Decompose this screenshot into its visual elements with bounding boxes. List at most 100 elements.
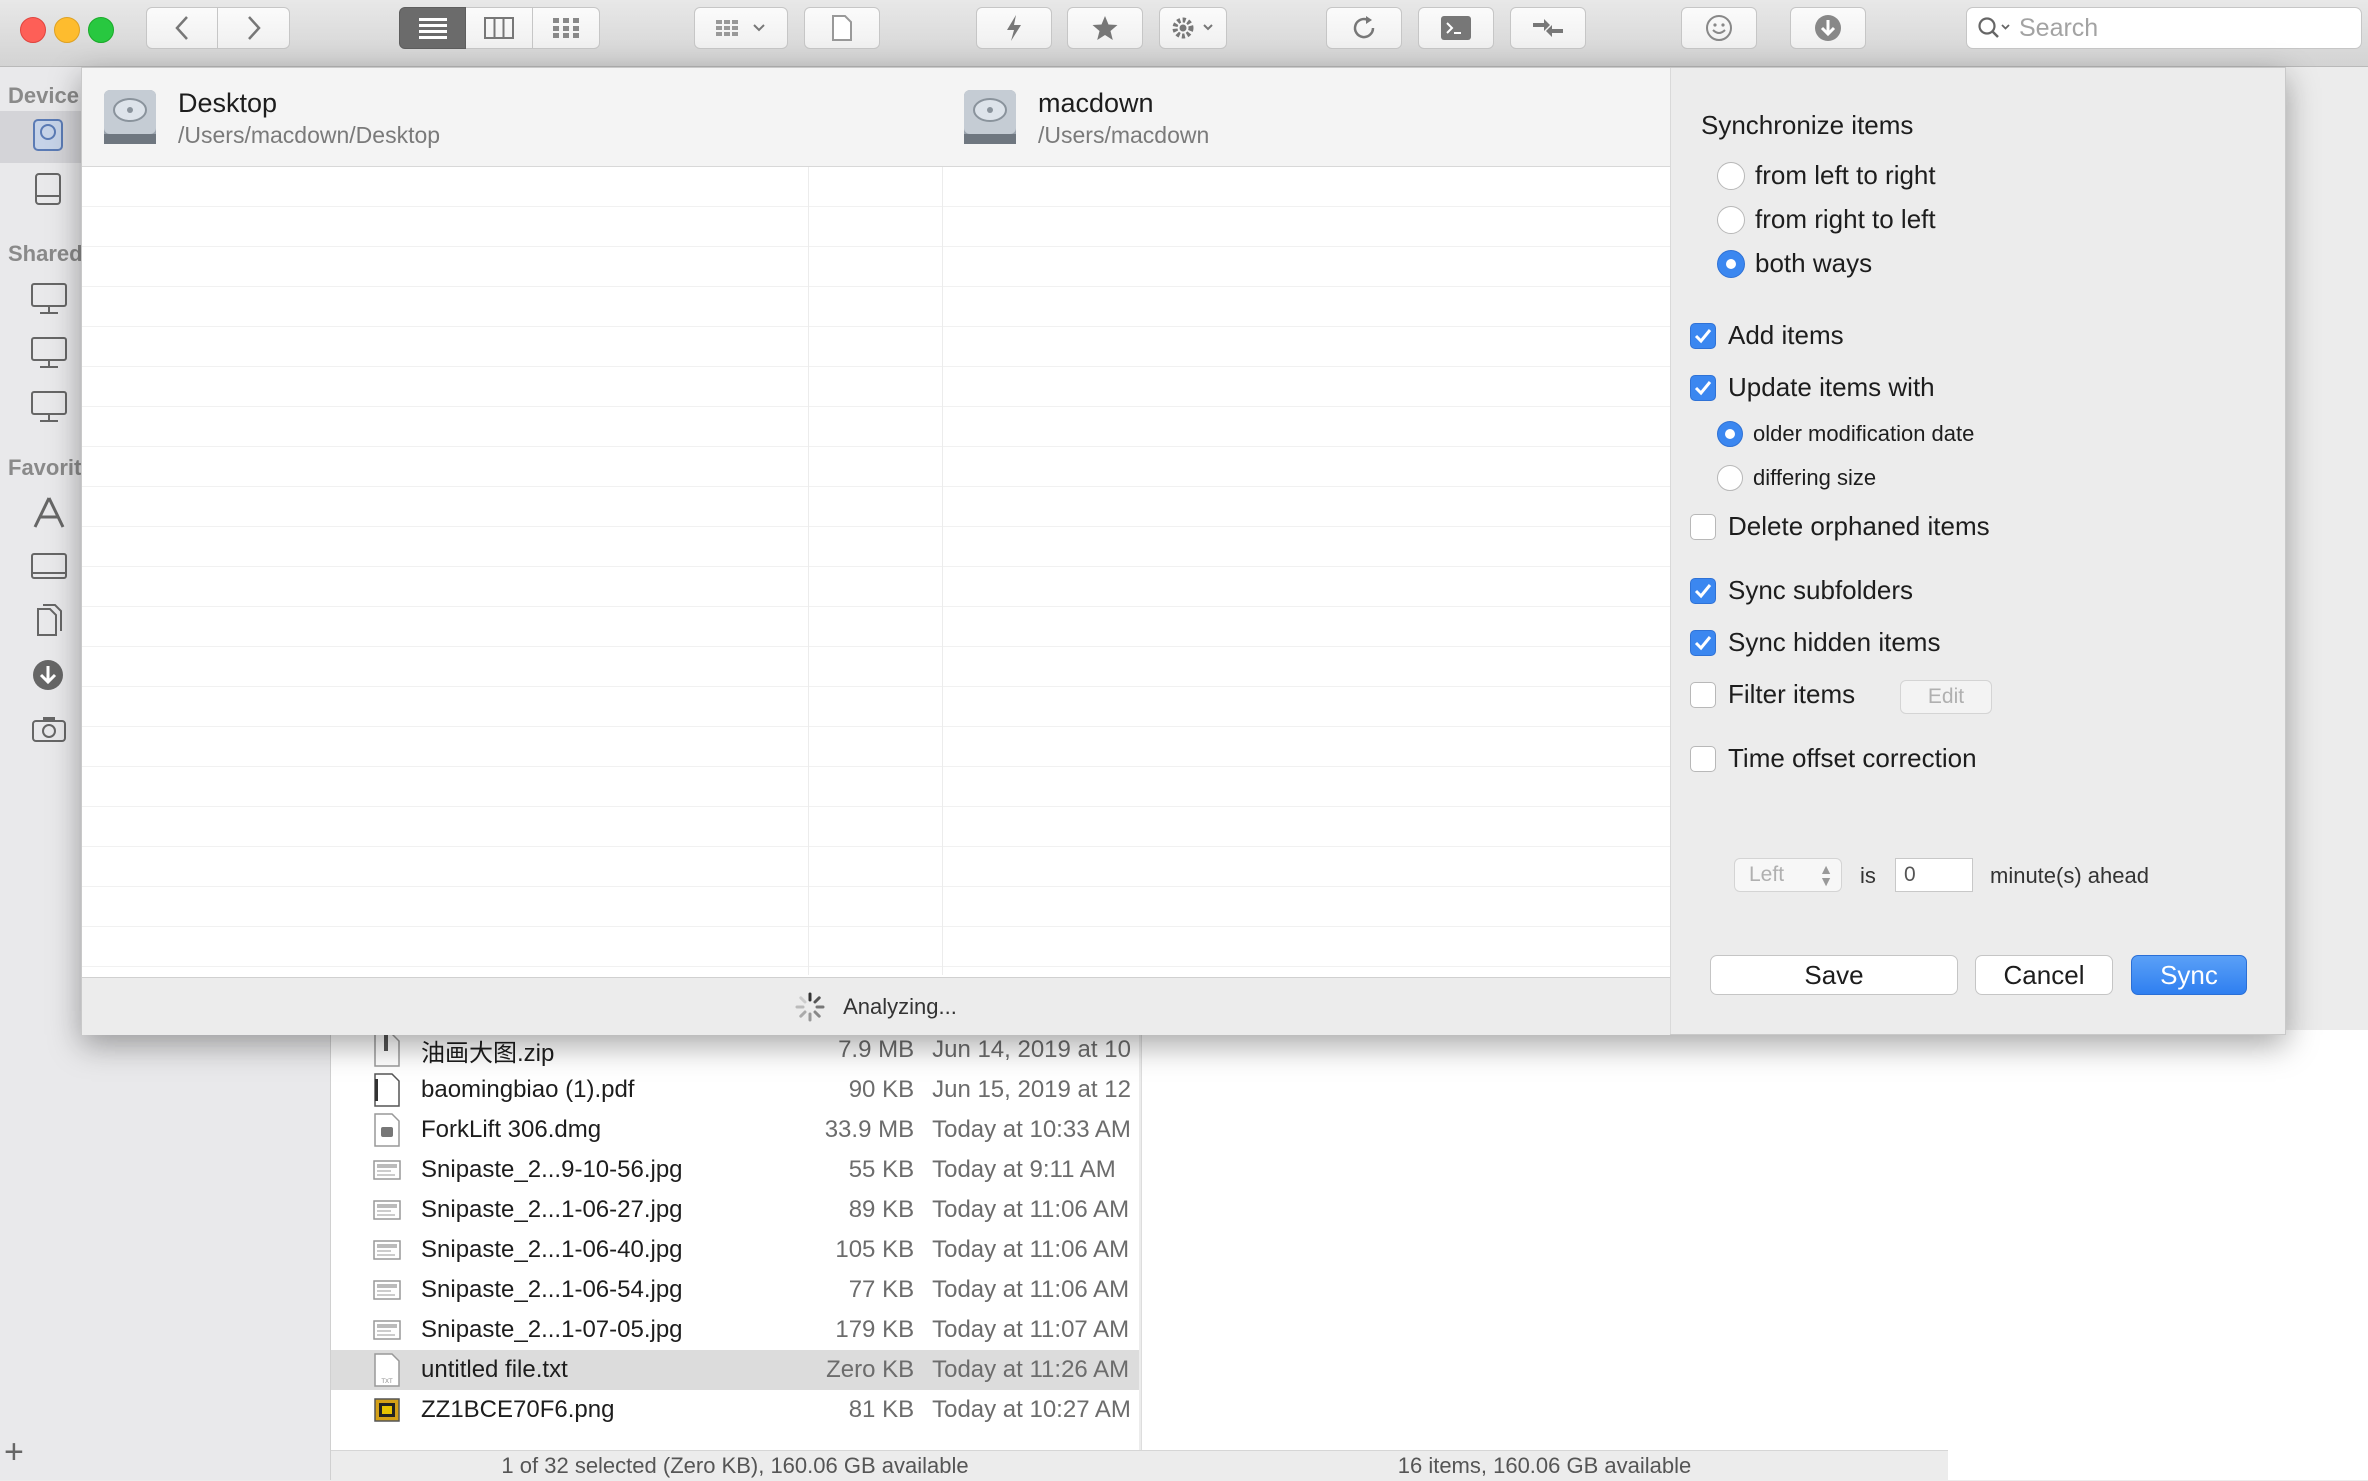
add-items-label: Add items: [1728, 320, 1844, 350]
add-items-option[interactable]: Add items: [1690, 320, 1844, 351]
update-items-option[interactable]: Update items with: [1690, 372, 1935, 403]
refresh-icon: [1353, 16, 1375, 39]
sidebar-item-documents[interactable]: [30, 603, 70, 639]
view-options-dropdown[interactable]: [694, 7, 788, 49]
update-mode-differing-size[interactable]: differing size: [1717, 465, 1876, 491]
delete-orphaned-option[interactable]: Delete orphaned items: [1690, 511, 1990, 542]
favorites-button[interactable]: [1067, 7, 1143, 49]
comparison-area: Desktop /Users/macdown/Desktop macdown /…: [82, 68, 1671, 1035]
forward-button[interactable]: [218, 7, 290, 49]
close-window-button[interactable]: [20, 17, 46, 43]
file-size: Zero KB: [826, 1356, 915, 1383]
file-row[interactable]: Snipaste_2...1-07-05.jpg 179 KB Today at 1…: [331, 1310, 1139, 1350]
file-row[interactable]: TXT untitled file.txt Zero KB Today at 11:2…: [331, 1350, 1139, 1390]
zip-icon: [373, 1033, 401, 1067]
sidebar-item-device-1[interactable]: [30, 117, 70, 153]
sidebar-item-pictures[interactable]: [30, 711, 70, 747]
offset-side-select[interactable]: Left ▲ ▼: [1734, 858, 1842, 892]
sidebar-item-shared-3[interactable]: [30, 389, 70, 425]
zoom-window-button[interactable]: [88, 17, 114, 43]
filter-items-checkbox[interactable]: [1690, 681, 1716, 708]
file-row[interactable]: ForkLift 306.dmg 33.9 MB Today at 10:33 AM: [331, 1110, 1139, 1150]
sync-subfolders-label: Sync subfolders: [1728, 575, 1913, 605]
toolbar: [0, 0, 2368, 67]
offset-minutes-input[interactable]: [1895, 858, 1973, 892]
document-icon: [832, 15, 852, 41]
sync-hidden-checkbox[interactable]: [1690, 629, 1716, 656]
sidebar-item-shared-1[interactable]: [30, 281, 70, 317]
file-row[interactable]: Snipaste_2...1-06-40.jpg 105 KB Today at 1…: [331, 1230, 1139, 1270]
sidebar-item-shared-2[interactable]: [30, 335, 70, 371]
search-input[interactable]: [2017, 12, 2351, 44]
direction-left-to-right[interactable]: from left to right: [1717, 160, 1936, 191]
list-view-button[interactable]: [399, 7, 466, 49]
compare-button[interactable]: [1510, 7, 1586, 49]
file-row[interactable]: Snipaste_2...1-06-54.jpg 77 KB Today at 11…: [331, 1270, 1139, 1310]
update-items-checkbox[interactable]: [1690, 374, 1716, 401]
search-field[interactable]: [1966, 7, 2362, 49]
checkmark-icon: [1694, 583, 1712, 598]
direction-right-to-left[interactable]: from right to left: [1717, 204, 1936, 235]
time-offset-option[interactable]: Time offset correction: [1690, 743, 1977, 774]
quick-action-button[interactable]: [976, 7, 1052, 49]
emoji-button[interactable]: [1681, 7, 1757, 49]
sidebar-item-downloads[interactable]: [30, 657, 70, 693]
time-offset-checkbox[interactable]: [1690, 745, 1716, 772]
star-icon: [1092, 16, 1118, 40]
update-mode-older-date[interactable]: older modification date: [1717, 421, 1974, 447]
radio-differing-size[interactable]: [1717, 465, 1743, 491]
checkmark-icon: [1694, 635, 1712, 650]
column-view-button[interactable]: [466, 7, 533, 49]
update-mode-label: older modification date: [1753, 421, 1975, 446]
stepper-arrows-icon: ▲ ▼: [1819, 861, 1833, 889]
refresh-button[interactable]: [1326, 7, 1402, 49]
cancel-button[interactable]: Cancel: [1975, 955, 2113, 995]
radio-left-to-right[interactable]: [1717, 161, 1745, 190]
file-date: Today at 10:33 AM: [932, 1116, 1131, 1143]
action-menu-button[interactable]: [1159, 7, 1227, 49]
radio-older-date[interactable]: [1717, 421, 1743, 447]
column-view-icon: [484, 17, 514, 39]
file-row[interactable]: Snipaste_2...1-06-27.jpg 89 KB Today at 11…: [331, 1190, 1139, 1230]
sidebar-item-applications[interactable]: [30, 495, 70, 531]
file-row[interactable]: 油画大图.zip 7.9 MB Jun 14, 2019 at 10: [331, 1030, 1139, 1070]
add-icon[interactable]: +: [4, 1433, 24, 1472]
radio-right-to-left[interactable]: [1717, 205, 1745, 234]
sync-subfolders-option[interactable]: Sync subfolders: [1690, 575, 1913, 606]
file-row[interactable]: ZZ1BCE70F6.png 81 KB Today at 10:27 AM: [331, 1390, 1139, 1430]
sidebar-section-shared: Shared: [8, 241, 83, 266]
sync-subfolders-checkbox[interactable]: [1690, 577, 1716, 604]
filter-edit-button[interactable]: Edit: [1900, 680, 1992, 714]
file-name: 油画大图.zip: [421, 1039, 555, 1067]
status-bar: 1 of 32 selected (Zero KB), 160.06 GB av…: [331, 1450, 1948, 1481]
back-button[interactable]: [146, 7, 218, 49]
file-row[interactable]: Snipaste_2...9-10-56.jpg 55 KB Today at 9:…: [331, 1150, 1139, 1190]
terminal-button[interactable]: [1418, 7, 1494, 49]
drive-icon: [35, 173, 61, 205]
new-file-button[interactable]: [804, 7, 880, 49]
delete-orphaned-checkbox[interactable]: [1690, 513, 1716, 540]
sync-hidden-option[interactable]: Sync hidden items: [1690, 627, 1940, 658]
icon-view-button[interactable]: [533, 7, 600, 49]
direction-both-ways[interactable]: both ways: [1717, 248, 1872, 279]
file-row[interactable]: baomingbiao (1).pdf 90 KB Jun 15, 2019 at …: [331, 1070, 1139, 1110]
minimize-window-button[interactable]: [54, 17, 80, 43]
sidebar-item-desktop[interactable]: [30, 549, 70, 585]
file-date: Today at 11:06 AM: [932, 1196, 1130, 1223]
file-size: 77 KB: [848, 1276, 915, 1303]
icon-view-icon: [553, 18, 579, 38]
radio-both-ways[interactable]: [1717, 249, 1745, 278]
file-date: Today at 10:27 AM: [932, 1396, 1131, 1423]
sidebar-item-device-2[interactable]: [30, 171, 70, 207]
left-pane-header: Desktop /Users/macdown/Desktop: [82, 68, 942, 167]
save-button[interactable]: Save: [1710, 955, 1958, 995]
sync-button[interactable]: Sync: [2131, 955, 2247, 995]
image-icon: [373, 1313, 401, 1347]
time-offset-label: Time offset correction: [1728, 743, 1977, 773]
download-button[interactable]: [1790, 7, 1866, 49]
download-icon: [1815, 15, 1841, 41]
file-size: 81 KB: [848, 1396, 915, 1423]
gear-icon: [1172, 17, 1213, 39]
filter-items-option[interactable]: Filter items: [1690, 679, 1855, 710]
add-items-checkbox[interactable]: [1690, 322, 1716, 349]
